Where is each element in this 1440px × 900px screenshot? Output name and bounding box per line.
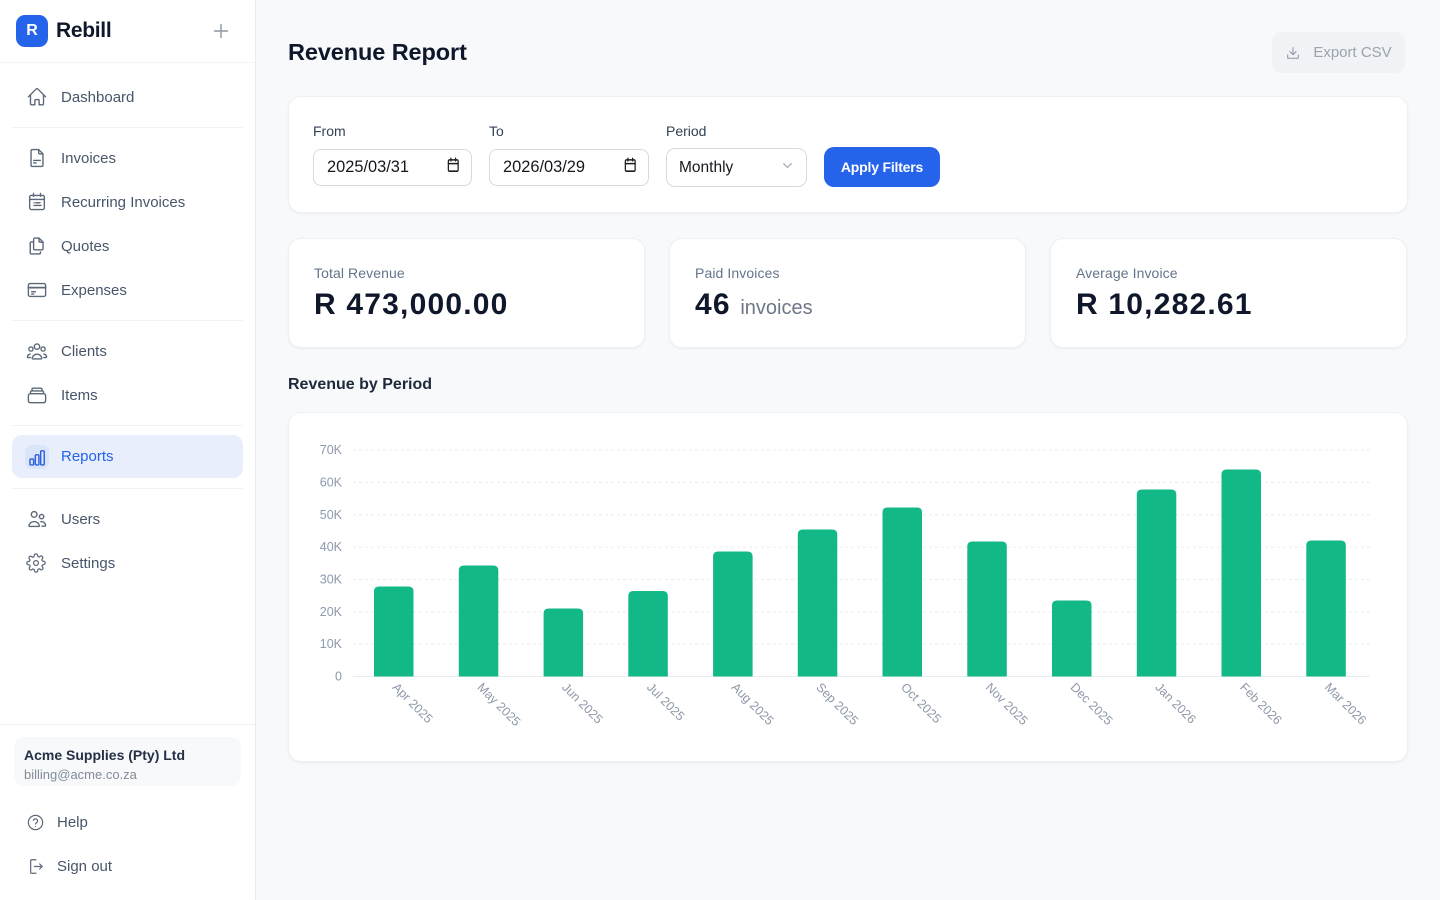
svg-text:Nov 2025: Nov 2025 [983, 680, 1031, 728]
svg-text:Oct 2025: Oct 2025 [898, 680, 944, 726]
svg-text:Jul 2025: Jul 2025 [644, 680, 687, 723]
svg-text:May 2025: May 2025 [474, 680, 523, 729]
svg-text:40K: 40K [320, 540, 343, 554]
svg-text:Dec 2025: Dec 2025 [1068, 680, 1116, 728]
svg-text:60K: 60K [320, 475, 343, 489]
svg-text:Apr 2025: Apr 2025 [390, 680, 436, 726]
svg-text:Mar 2026: Mar 2026 [1322, 680, 1369, 727]
svg-text:20K: 20K [320, 605, 343, 619]
svg-text:0: 0 [335, 670, 342, 684]
svg-text:70K: 70K [320, 443, 343, 457]
svg-text:Feb 2026: Feb 2026 [1237, 680, 1284, 727]
svg-text:Aug 2025: Aug 2025 [729, 680, 777, 728]
svg-text:30K: 30K [320, 572, 343, 586]
svg-text:Jan 2026: Jan 2026 [1152, 680, 1198, 726]
svg-text:50K: 50K [320, 508, 343, 522]
svg-text:10K: 10K [320, 637, 343, 651]
svg-text:Sep 2025: Sep 2025 [813, 680, 861, 728]
svg-text:Jun 2025: Jun 2025 [559, 680, 605, 726]
